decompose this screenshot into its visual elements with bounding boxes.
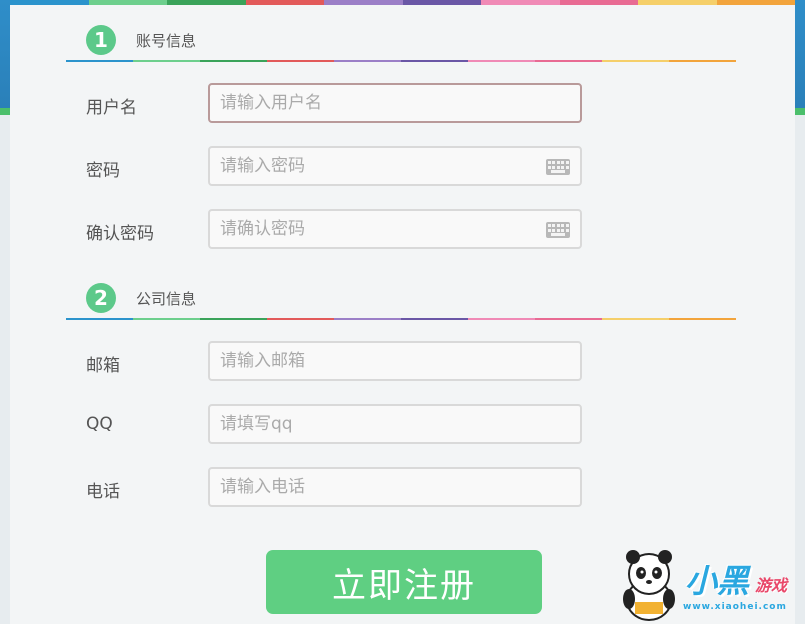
confirm-password-field[interactable] [208,209,582,249]
divider-segment [468,60,535,62]
registration-panel: 1 账号信息 用户名 密码 确认密码 2 公司信息 邮箱 QQ [10,0,795,624]
section-divider [66,318,736,320]
section-header-account: 1 账号信息 [66,25,736,62]
password-input[interactable] [210,148,530,184]
field-label: QQ [86,414,113,434]
background-right-accent [795,108,805,115]
password-field[interactable] [208,146,582,186]
divider-segment [669,60,736,62]
email-field[interactable] [208,341,582,381]
stripe-segment [88,0,167,5]
stripe-segment [245,0,324,5]
stripe-segment [559,0,638,5]
form-row-confirm-password: 确认密码 [86,209,586,251]
watermark-logo: 小黑 游戏 www.xiaohei.com [605,544,805,624]
step-badge: 1 [86,25,116,55]
section-divider [66,60,736,62]
panda-mascot-icon [623,550,675,621]
form-row-email: 邮箱 [86,341,586,383]
form-row-password: 密码 [86,146,586,188]
keyboard-icon[interactable] [546,222,570,238]
divider-segment [200,318,267,320]
rainbow-stripe-top [10,0,795,5]
stripe-segment [716,0,795,5]
stripe-segment [481,0,560,5]
field-label: 电话 [86,482,120,502]
divider-segment [602,318,669,320]
divider-segment [535,318,602,320]
username-field[interactable] [208,83,582,123]
username-input[interactable] [210,85,530,121]
form-row-qq: QQ [86,404,586,446]
stripe-segment [638,0,717,5]
divider-segment [401,318,468,320]
divider-segment [133,318,200,320]
section-title: 公司信息 [136,290,197,308]
divider-segment [468,318,535,320]
field-label: 确认密码 [86,224,154,244]
divider-segment [133,60,200,62]
qq-input[interactable] [210,406,530,442]
background-left-strip [0,0,10,115]
divider-segment [66,60,133,62]
watermark-brand: 小黑 [685,562,750,600]
qq-field[interactable] [208,404,582,444]
watermark-brand-sub: 游戏 [755,576,788,595]
divider-segment [66,318,133,320]
step-badge: 2 [86,283,116,313]
field-label: 邮箱 [86,356,120,376]
form-row-username: 用户名 [86,83,586,125]
watermark-url: www.xiaohei.com [683,602,787,612]
divider-segment [267,60,334,62]
divider-segment [334,60,401,62]
keyboard-icon[interactable] [546,159,570,175]
stripe-segment [402,0,481,5]
form-row-phone: 电话 [86,467,586,509]
divider-segment [267,318,334,320]
divider-segment [535,60,602,62]
stripe-segment [10,0,89,5]
field-label: 用户名 [86,98,137,118]
divider-segment [200,60,267,62]
section-title: 账号信息 [136,32,197,50]
phone-field[interactable] [208,467,582,507]
divider-segment [334,318,401,320]
register-button[interactable]: 立即注册 [266,550,542,614]
email-input[interactable] [210,343,530,379]
background-right-strip [795,0,805,115]
stripe-segment [167,0,246,5]
phone-input[interactable] [210,469,530,505]
confirm-password-input[interactable] [210,211,530,247]
divider-segment [669,318,736,320]
field-label: 密码 [86,161,120,181]
divider-segment [602,60,669,62]
divider-segment [401,60,468,62]
section-header-company: 2 公司信息 [66,283,736,320]
stripe-segment [324,0,403,5]
background-left-accent [0,108,10,115]
